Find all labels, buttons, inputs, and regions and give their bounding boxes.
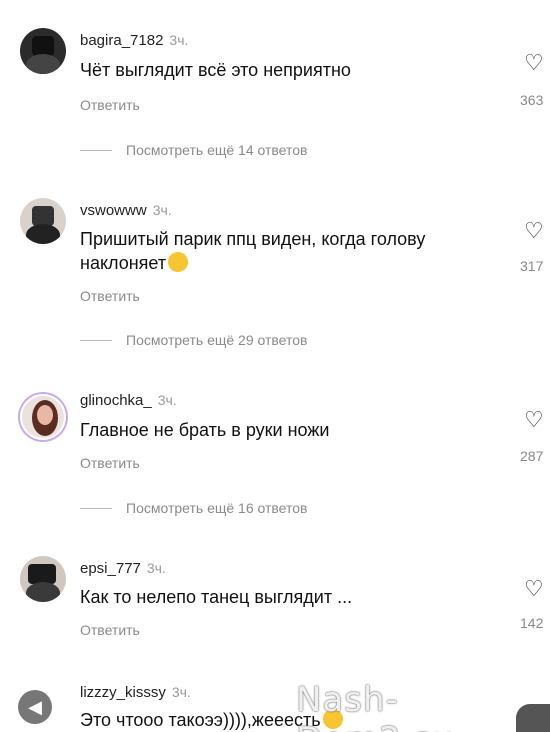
like-count: 317 (520, 258, 544, 274)
sound-play-icon[interactable]: ◀ (18, 690, 52, 724)
avatar[interactable] (20, 394, 66, 440)
heart-outline-icon[interactable]: ♡ (524, 50, 544, 76)
username[interactable]: glinochka_ (80, 392, 152, 409)
comment-header: epsi_777 3ч. (80, 560, 166, 577)
view-more-replies[interactable]: Посмотреть ещё 16 ответов (80, 500, 307, 516)
comment-text-content: Это чтооо такоээ)))),жееесть (80, 710, 321, 730)
reply-button[interactable]: Ответить (80, 97, 140, 113)
laughing-face-emoji (168, 252, 189, 272)
timestamp: 3ч. (152, 202, 172, 218)
comment-header: bagira_7182 3ч. (80, 32, 188, 49)
comment-header: glinochka_ 3ч. (80, 392, 177, 409)
divider-line (80, 149, 112, 151)
view-more-label: Посмотреть ещё 29 ответов (126, 332, 308, 348)
username[interactable]: bagira_7182 (80, 32, 163, 49)
avatar[interactable] (20, 198, 66, 244)
avatar[interactable] (20, 556, 66, 602)
timestamp: 3ч. (169, 32, 189, 48)
like-count: 142 (520, 615, 544, 631)
like-count: 363 (520, 92, 544, 108)
comment-header: lizzzy_kisssy 3ч. (80, 684, 191, 701)
comment-text: Пришитый парик ппц виден, когда голову н… (80, 227, 460, 275)
site-watermark: Nash-Dom2.su (296, 680, 454, 732)
comment-text-content: Пришитый парик ппц виден, когда голову н… (80, 229, 426, 273)
view-more-label: Посмотреть ещё 14 ответов (126, 142, 308, 158)
username[interactable]: vswowww (80, 202, 147, 219)
comment-text: Чёт выглядит всё это неприятно (80, 60, 351, 80)
heart-outline-icon[interactable]: ♡ (524, 407, 544, 433)
comment-text: Как то нелепо танец выглядит ... (80, 587, 353, 607)
divider-line (80, 507, 112, 509)
heart-outline-icon[interactable]: ♡ (524, 576, 544, 602)
timestamp: 3ч. (171, 684, 191, 700)
reply-button[interactable]: Ответить (80, 288, 140, 304)
comment-header: vswowww 3ч. (80, 202, 172, 219)
like-count: 287 (520, 448, 544, 464)
view-more-replies[interactable]: Посмотреть ещё 14 ответов (80, 142, 307, 158)
username[interactable]: epsi_777 (80, 560, 141, 577)
reply-button[interactable]: Ответить (80, 622, 140, 638)
view-more-label: Посмотреть ещё 16 ответов (126, 500, 308, 516)
reply-button[interactable]: Ответить (80, 455, 140, 471)
view-more-replies[interactable]: Посмотреть ещё 29 ответов (80, 332, 307, 348)
username[interactable]: lizzzy_kisssy (80, 684, 166, 701)
timestamp: 3ч. (157, 392, 177, 408)
avatar[interactable] (20, 28, 66, 74)
divider-line (80, 339, 112, 341)
comment-text: Главное не брать в руки ножи (80, 420, 330, 440)
heart-outline-icon[interactable]: ♡ (524, 218, 544, 244)
corner-overlay (516, 704, 550, 732)
timestamp: 3ч. (146, 560, 166, 576)
